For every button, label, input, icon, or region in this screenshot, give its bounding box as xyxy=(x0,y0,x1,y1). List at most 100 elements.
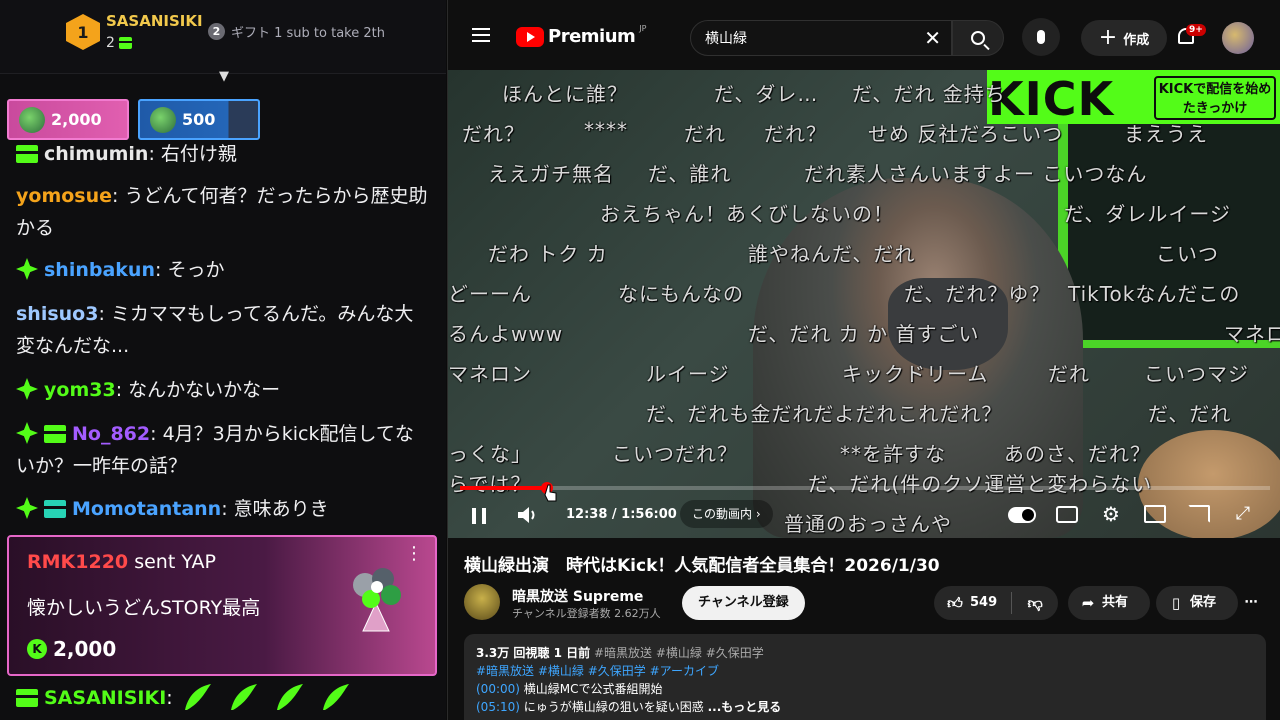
search-button[interactable] xyxy=(952,20,1004,56)
search-input[interactable] xyxy=(705,27,905,49)
danmaku-comment: 誰やねんだ、だれ xyxy=(748,242,916,266)
diamond-badge-icon xyxy=(16,422,38,444)
chapter-text: 横山緑MCで公式番組開始 xyxy=(519,682,663,696)
settings-gear-icon[interactable]: ⚙ xyxy=(1100,503,1122,525)
gift-message: 懐かしいうどんSTORY最高 xyxy=(27,597,261,619)
description-hashtags[interactable]: #暗黒放送 #横山緑 #久保田学 #アーカイブ xyxy=(476,662,1254,680)
timestamp-link[interactable]: (05:10) xyxy=(476,700,520,714)
show-more-link[interactable]: ...もっと見る xyxy=(708,700,782,714)
collapse-leaderboard-icon[interactable]: ▼ xyxy=(214,70,234,84)
volume-icon[interactable] xyxy=(516,504,540,526)
chat-message: No_862: 4月？3月からkick配信してないか？一昨年の話？ xyxy=(16,422,414,477)
danmaku-comment: マネロン xyxy=(1224,322,1280,346)
danmaku-comment: 普通のおっさんや xyxy=(784,512,952,536)
chat-username[interactable]: yomosue xyxy=(16,185,112,207)
gift-sender[interactable]: RMK1220 xyxy=(27,551,128,573)
miniplayer-icon[interactable] xyxy=(1144,505,1166,523)
kicks-pill-1[interactable]: 2,000 xyxy=(7,99,129,140)
chat-username[interactable]: Momotantann xyxy=(72,498,221,520)
like-count[interactable]: 549 xyxy=(970,586,997,620)
gift-count: 2 xyxy=(106,35,115,51)
chat-username[interactable]: yom33 xyxy=(44,379,116,401)
danmaku-comment: だ、だれ(件のクソ運営と変わらない xyxy=(808,472,1153,496)
share-button[interactable]: ➦ 共有 xyxy=(1068,586,1150,620)
thumb-down-icon[interactable]: 👎︎ xyxy=(1026,594,1044,612)
danmaku-comment: こいつだれ？ xyxy=(612,442,738,466)
gift-icon xyxy=(118,37,132,49)
chapter-button[interactable]: この動画内 › xyxy=(680,500,773,528)
gift-amount: K 2,000 xyxy=(27,637,116,661)
danmaku-comment: なにもんなの xyxy=(618,282,744,306)
danmaku-comment: だわ トク カ xyxy=(488,242,608,266)
plus-icon: + xyxy=(1098,25,1118,50)
subscribe-button[interactable]: チャンネル登録 xyxy=(682,586,805,620)
progress-fill xyxy=(460,486,548,490)
leaderboard-top-count: 2 xyxy=(106,35,132,51)
danmaku-comment: るんよwww xyxy=(448,322,564,346)
danmaku-comment: だ、誰れ xyxy=(648,162,732,186)
share-arrow-icon: ➦ xyxy=(1081,594,1095,612)
danmaku-comment: どーーん xyxy=(448,282,532,306)
chat-username[interactable]: shinbakun xyxy=(44,259,155,281)
danmaku-comment: ルイージ xyxy=(646,362,730,386)
chat-text: なんかないかなー xyxy=(128,379,281,401)
subscriber-badge-icon xyxy=(16,145,38,163)
kicks-pill-2[interactable]: 500 xyxy=(138,99,260,140)
danmaku-comment: だ、だれ？ゆ？ xyxy=(904,282,1051,306)
subscriber-badge-icon xyxy=(44,500,66,518)
leaderboard-second: 2 ギフト 1 sub to take 2th xyxy=(208,22,385,41)
emote-icon xyxy=(322,684,349,710)
chat-username[interactable]: SASANISIKI xyxy=(44,687,166,709)
cast-icon[interactable] xyxy=(1188,505,1210,523)
gift-action: sent YAP xyxy=(128,551,216,573)
subtitles-icon[interactable] xyxy=(1056,506,1078,523)
pill-amount: 500 xyxy=(182,110,216,129)
more-options-icon[interactable]: ⋮ xyxy=(405,545,423,563)
voice-search-button[interactable] xyxy=(1022,18,1060,56)
danmaku-comment: だ、だれも金だれだよだれこれだれ？ xyxy=(646,402,1003,426)
video-player[interactable]: KICK KICKで配信を始めたきっかけ ほんとに誰？ だ、ダレ… だ、だれ 金持ち… xyxy=(448,70,1280,538)
account-avatar[interactable] xyxy=(1222,22,1254,54)
divider xyxy=(1011,592,1013,614)
channel-avatar[interactable] xyxy=(464,584,500,620)
video-description[interactable]: 3.3万 回視聴 1 日前 #暗黒放送 #横山緑 #久保田学 #暗黒放送 #横山… xyxy=(464,634,1266,720)
save-button[interactable]: ▯ 保存 xyxy=(1156,586,1238,620)
channel-name[interactable]: 暗黒放送 Supreme xyxy=(512,586,643,606)
hamburger-menu-icon[interactable] xyxy=(472,28,490,42)
create-button[interactable]: + 作成 xyxy=(1081,20,1167,56)
diamond-badge-icon xyxy=(16,497,38,519)
chat-panel: 1 SASANISIKI 2 2 ギフト 1 sub to take 2th ▼… xyxy=(0,0,446,720)
leaderboard-second-text: ギフト 1 sub to take 2th xyxy=(231,26,385,41)
chat-username[interactable]: shisuo3 xyxy=(16,303,98,325)
clear-search-icon[interactable]: ✕ xyxy=(924,27,941,49)
danmaku-comment: あのさ、だれ？ xyxy=(1004,442,1151,466)
chat-message: Momotantann: 意味ありき xyxy=(16,493,430,525)
autoplay-toggle-icon[interactable] xyxy=(1008,507,1036,523)
youtube-premium-logo[interactable]: Premium JP xyxy=(516,24,646,47)
danmaku-comment: **** xyxy=(584,118,628,142)
pill-amount: 2,000 xyxy=(51,110,102,129)
hand-cursor-icon xyxy=(544,484,557,502)
chat-text: そっか xyxy=(167,259,225,281)
danmaku-comment: だ、だれ カ か 首すごい xyxy=(748,322,980,346)
chat-username[interactable]: No_862 xyxy=(72,423,150,445)
gift-card: RMK1220 sent YAP 懐かしいうどんSTORY最高 K 2,000 ⋮ xyxy=(7,535,437,676)
bookmark-icon: ▯ xyxy=(1171,594,1181,612)
more-actions-icon[interactable]: ⋯ xyxy=(1234,586,1268,620)
gift-amount-value: 2,000 xyxy=(53,637,117,661)
channel-subscriber-count: チャンネル登録者数 2.62万人 xyxy=(512,607,661,620)
video-caption-box: KICKで配信を始めたきっかけ xyxy=(1154,76,1276,120)
pause-icon[interactable] xyxy=(472,508,486,524)
gift-leaderboard: 1 SASANISIKI 2 2 ギフト 1 sub to take 2th ▼ xyxy=(0,0,446,84)
thumb-up-icon[interactable]: 👍︎ xyxy=(946,594,964,612)
search-icon xyxy=(971,31,985,45)
chat-message: yomosue: うどんて何者？だったらから歴史助かる xyxy=(16,185,428,239)
fullscreen-icon[interactable]: ⤢ xyxy=(1232,503,1254,525)
danmaku-comment: だれ？ xyxy=(764,122,827,146)
progress-bar[interactable] xyxy=(460,482,1270,494)
timestamp-link[interactable]: (00:00) xyxy=(476,682,520,696)
hashtags[interactable]: #暗黒放送 #横山緑 #久保田学 xyxy=(594,646,764,660)
chat-message: shisuo3: ミカママもしってるんだ。みんな大変なんだな... xyxy=(16,303,414,357)
chat-username[interactable]: chimumin xyxy=(44,143,148,165)
notifications-button[interactable]: 9+ xyxy=(1172,24,1206,54)
